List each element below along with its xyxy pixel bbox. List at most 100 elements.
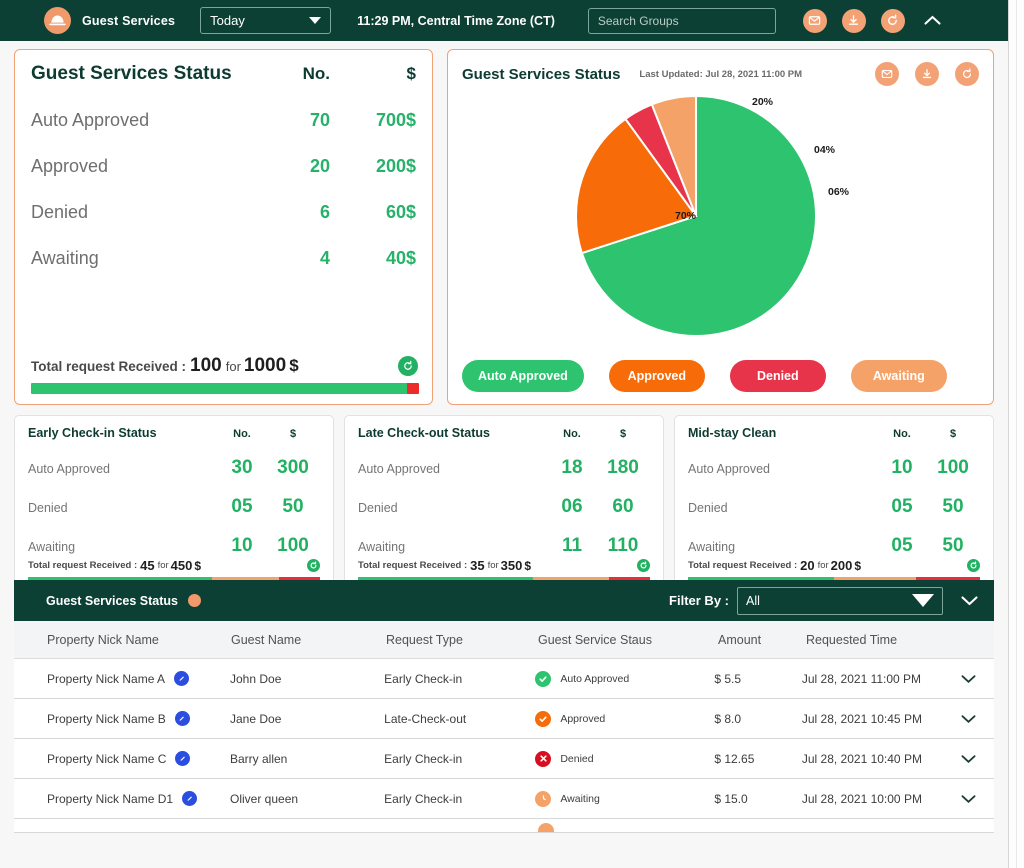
row-expand-toggle[interactable] xyxy=(961,754,994,764)
total-for: for xyxy=(225,358,241,374)
refresh-icon[interactable] xyxy=(967,559,980,572)
table-row[interactable]: Property Nick Name B Jane Doe Late-Check… xyxy=(14,699,994,739)
mini-card-header: Early Check-in Status No. $ xyxy=(28,426,320,440)
total-prefix: Total request Received : xyxy=(358,560,468,571)
mail-icon[interactable] xyxy=(875,62,899,86)
chart-icon-group xyxy=(875,62,979,86)
property-nick-name: Property Nick Name D1 xyxy=(47,791,174,806)
mini-row-count: 11 xyxy=(561,535,583,556)
cell-property: Property Nick Name B xyxy=(14,711,230,726)
refresh-icon[interactable] xyxy=(398,356,418,376)
refresh-icon[interactable] xyxy=(307,559,320,572)
mini-status-card: Late Check-out Status No. $ Auto Approve… xyxy=(344,415,664,595)
column-header[interactable]: Request Type xyxy=(386,633,538,647)
table-column-headers: Property Nick Name Guest Name Request Ty… xyxy=(14,621,994,659)
dashboard-page: Guest Services Today 11:29 PM, Central T… xyxy=(0,0,1024,868)
chart-legend: Auto Approved Approved Denied Awaiting xyxy=(462,360,947,392)
summary-row: Guest Services Status No. $ Auto Approve… xyxy=(0,41,1008,405)
refresh-icon[interactable] xyxy=(637,559,650,572)
legend-pill-approved[interactable]: Approved xyxy=(608,360,705,392)
cell-requested-time: Jul 28, 2021 10:00 PM xyxy=(801,791,922,806)
total-count: 20 xyxy=(800,558,815,573)
edit-badge-icon[interactable] xyxy=(175,751,191,766)
mini-row-count: 06 xyxy=(561,496,583,517)
total-currency: $ xyxy=(194,558,202,573)
cell-requested-time: Jul 28, 2021 11:00 PM xyxy=(801,671,922,686)
cell-amount: $ 15.0 xyxy=(714,791,748,806)
cloche-logo-icon xyxy=(44,7,71,34)
edit-badge-icon[interactable] xyxy=(174,711,190,726)
legend-pill-denied[interactable]: Denied xyxy=(729,360,826,392)
cell-status xyxy=(538,819,718,832)
chart-card-header: Guest Services Status Last Updated: Jul … xyxy=(462,62,979,86)
refresh-icon[interactable] xyxy=(955,62,979,86)
table-row-partial[interactable] xyxy=(14,819,994,833)
mini-row-amount: 300 xyxy=(277,457,309,478)
cell-status: Denied xyxy=(535,750,714,767)
status-row: Denied 6 60$ xyxy=(31,202,416,223)
property-nick-name: Property Nick Name B xyxy=(47,711,166,726)
cell-property: Property Nick Name A xyxy=(14,671,230,686)
chevron-up-icon[interactable] xyxy=(924,15,941,26)
mini-row-label: Denied xyxy=(688,501,728,515)
edit-badge-icon[interactable] xyxy=(182,791,198,806)
table-row[interactable]: Property Nick Name A John Doe Early Chec… xyxy=(14,659,994,699)
check-circle-icon xyxy=(535,670,552,687)
period-select[interactable]: Today xyxy=(200,7,332,34)
mini-col-no: No. xyxy=(893,428,911,440)
row-expand-toggle[interactable] xyxy=(961,714,994,724)
mini-row-count: 05 xyxy=(231,496,253,517)
cell-property: Property Nick Name C xyxy=(14,751,230,766)
clock-circle-icon xyxy=(538,822,554,832)
table-header-bar: Guest Services Status Filter By : All xyxy=(14,580,994,621)
mini-row-count: 10 xyxy=(231,535,253,556)
brand-name: Guest Services xyxy=(82,13,176,28)
pie-chart-area: 20% 04% 06% 70% xyxy=(462,88,979,337)
mail-icon[interactable] xyxy=(802,8,827,33)
row-expand-toggle[interactable] xyxy=(961,794,994,804)
legend-pill-auto-approved[interactable]: Auto Approved xyxy=(462,360,584,392)
edit-badge-icon[interactable] xyxy=(174,671,190,686)
column-header[interactable]: Amount xyxy=(718,633,806,647)
mini-status-row: Auto Approved 18 180 xyxy=(358,457,650,479)
mini-row-count: 10 xyxy=(891,457,913,478)
download-icon[interactable] xyxy=(841,8,866,33)
total-for: for xyxy=(487,560,499,571)
status-row-label: Awaiting xyxy=(31,248,99,268)
column-header[interactable]: Requested Time xyxy=(806,633,966,647)
progress-segment xyxy=(31,383,408,394)
row-expand-toggle[interactable] xyxy=(961,674,994,684)
status-row-count: 70 xyxy=(309,110,330,130)
legend-pill-awaiting[interactable]: Awaiting xyxy=(850,360,947,392)
download-icon[interactable] xyxy=(915,62,939,86)
search-input[interactable] xyxy=(587,7,776,34)
mini-card-title: Early Check-in Status xyxy=(28,426,157,440)
column-header[interactable]: Property Nick Name xyxy=(14,633,231,647)
mini-row-label: Awaiting xyxy=(28,540,76,554)
status-row-amount: 700$ xyxy=(375,110,416,130)
table-title: Guest Services Status xyxy=(46,593,179,608)
filter-select[interactable]: All xyxy=(737,586,943,615)
chevron-down-icon xyxy=(912,594,934,607)
total-currency: $ xyxy=(854,558,862,573)
status-badge: Approved xyxy=(560,712,606,725)
mini-card-title: Mid-stay Clean xyxy=(688,426,777,440)
property-nick-name: Property Nick Name C xyxy=(47,751,167,766)
column-header[interactable]: Guest Service Staus xyxy=(538,633,718,647)
clock-circle-icon xyxy=(535,790,552,807)
scrollbar-track[interactable] xyxy=(1016,0,1017,868)
mini-row-label: Awaiting xyxy=(358,540,406,554)
cell-status: Auto Approved xyxy=(535,670,714,687)
mini-total-line: Total request Received : 45 for 450 $ xyxy=(28,558,320,573)
filter-by-label: Filter By : xyxy=(669,593,729,608)
table-collapse-toggle[interactable] xyxy=(961,595,978,606)
column-header[interactable]: Guest Name xyxy=(231,633,386,647)
table-body: Property Nick Name A John Doe Early Chec… xyxy=(14,659,994,833)
guest-services-status-card: Guest Services Status No. $ Auto Approve… xyxy=(14,49,433,405)
cell-amount: $ 8.0 xyxy=(714,711,742,726)
table-row[interactable]: Property Nick Name D1 Oliver queen Early… xyxy=(14,779,994,819)
table-row[interactable]: Property Nick Name C Barry allen Early C… xyxy=(14,739,994,779)
refresh-icon[interactable] xyxy=(880,8,905,33)
mini-row-amount: 50 xyxy=(942,535,964,556)
mini-col-amount: $ xyxy=(289,428,297,440)
